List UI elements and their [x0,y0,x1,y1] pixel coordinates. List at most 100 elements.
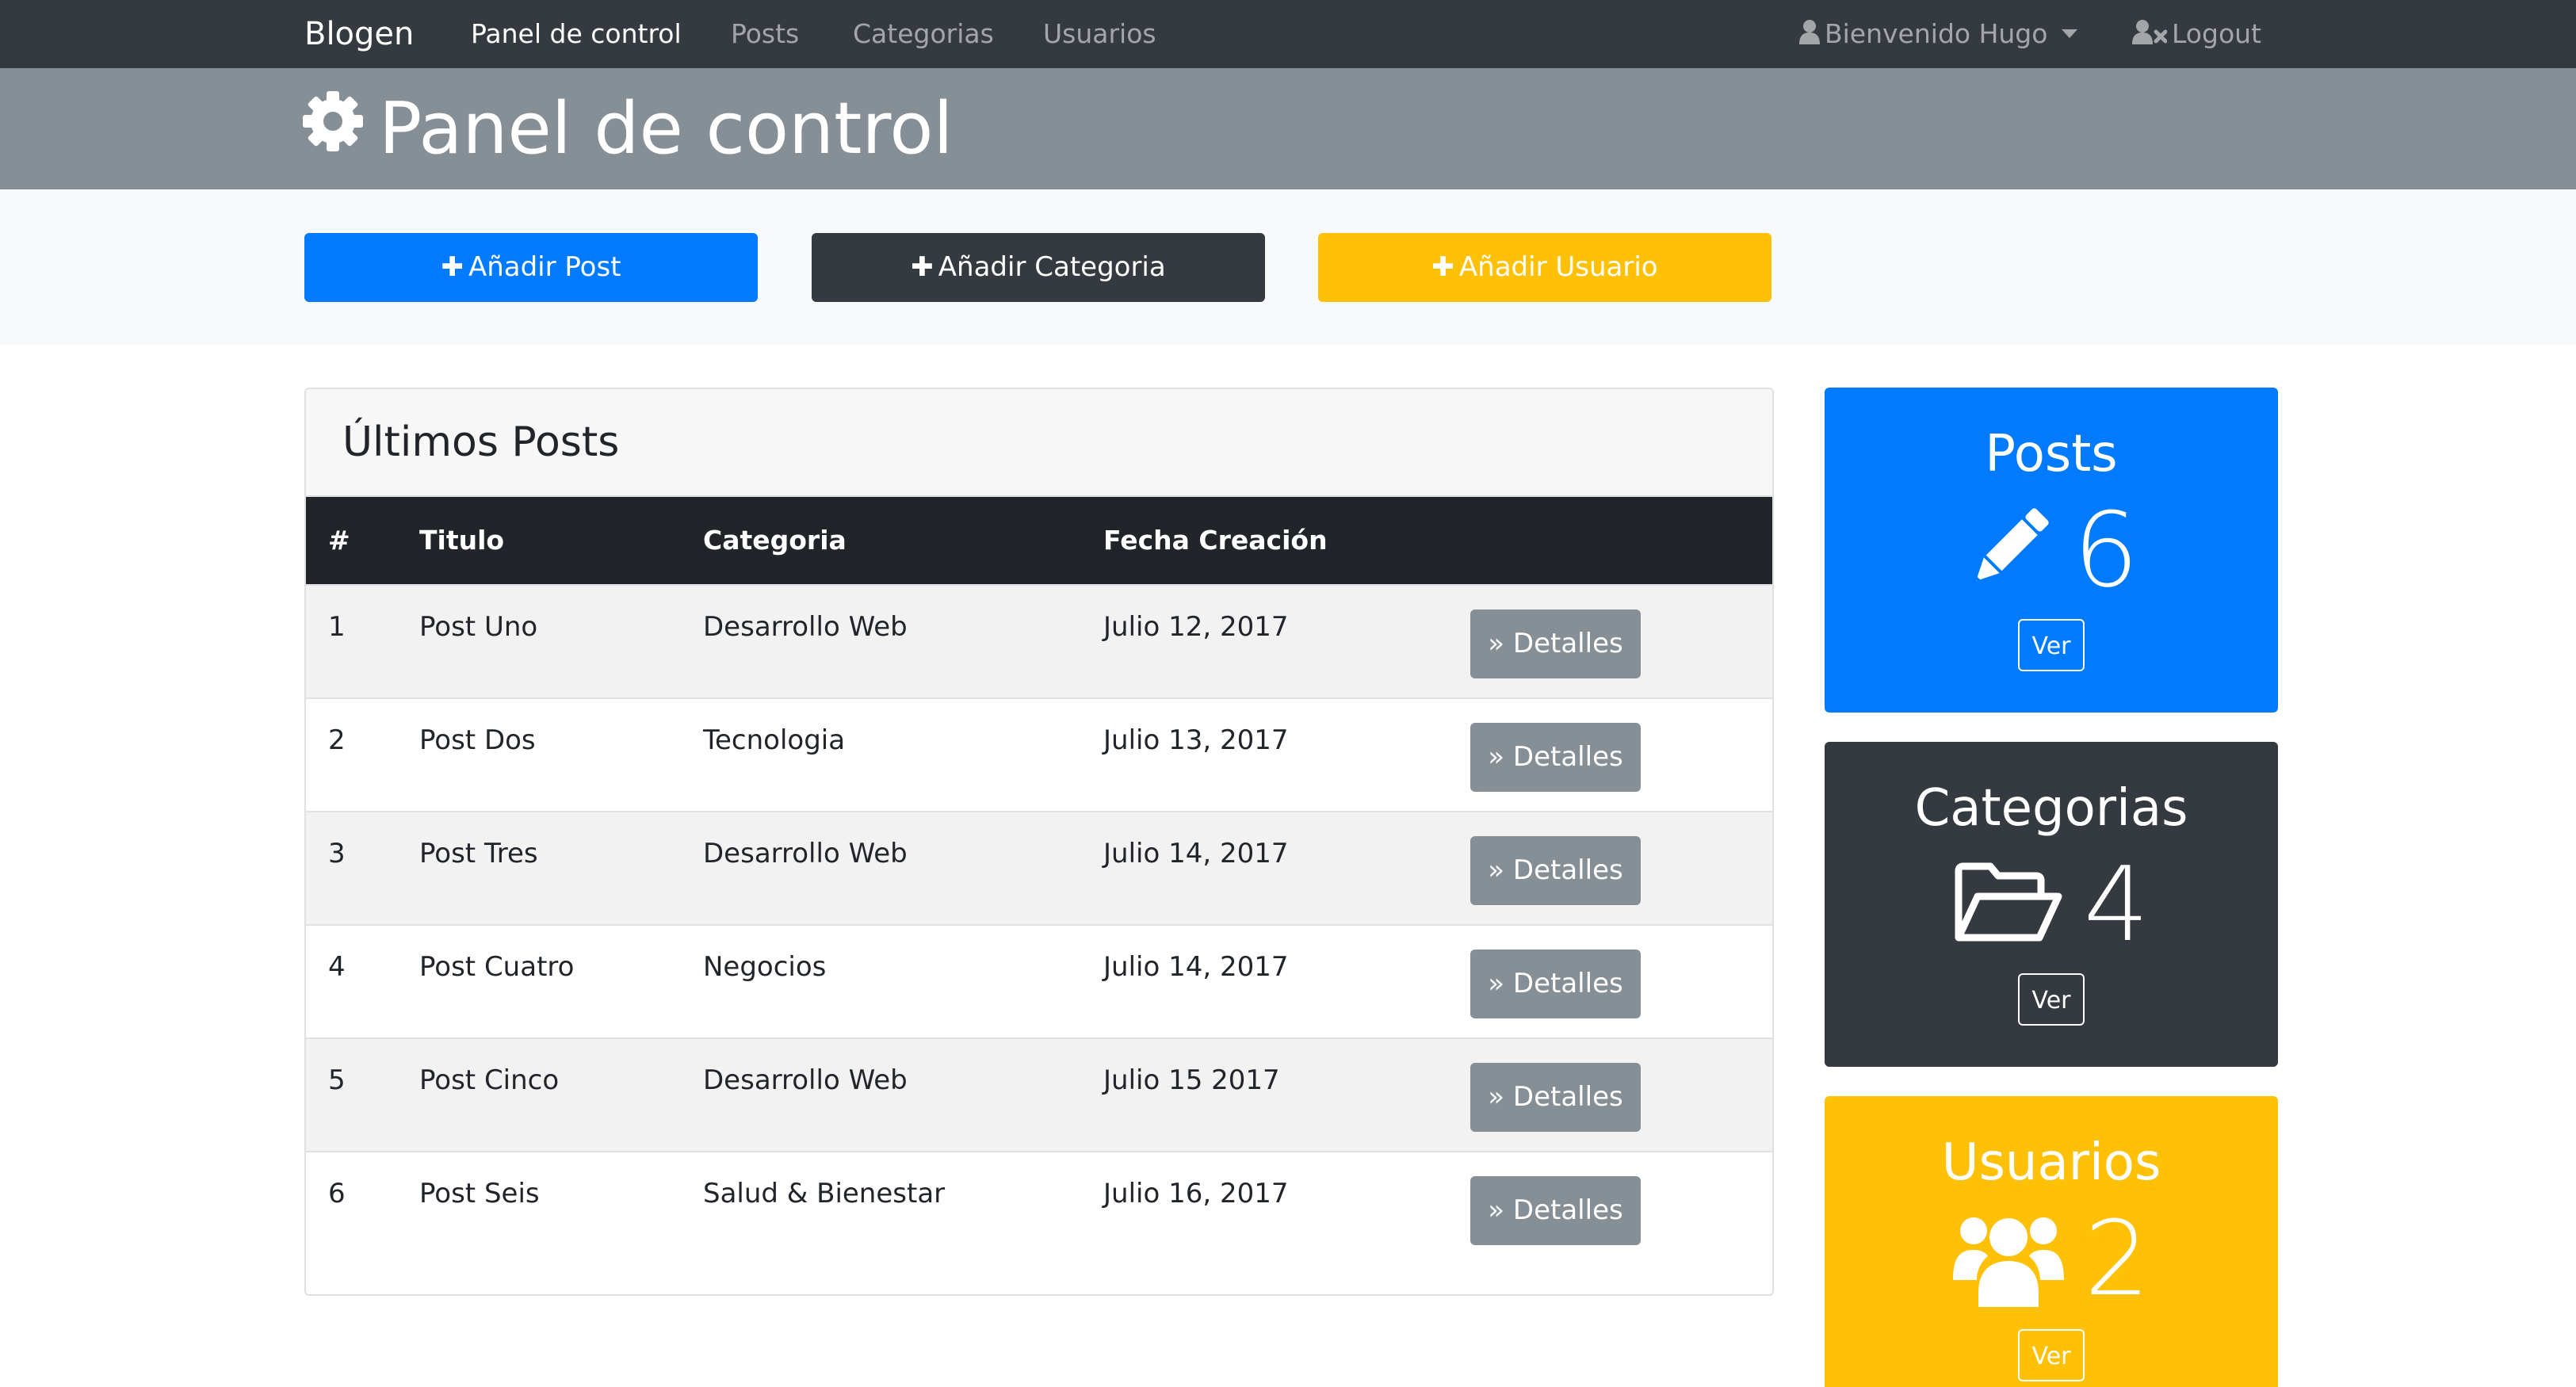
gear-icon [301,68,365,189]
actions-bar: ✚ Añadir Post ✚ Añadir Categoria ✚ Añadir U… [0,189,2576,345]
details-label: Detalles [1512,968,1623,999]
page-title: Panel de control [301,68,953,189]
table-row: 3 Post Tres Desarrollo Web Julio 14, 201… [306,811,1772,926]
row-category: Salud & Bienestar [703,1178,946,1209]
row-category: Desarrollo Web [703,838,908,869]
details-button[interactable]: » Detalles [1470,1063,1641,1132]
row-category: Desarrollo Web [703,611,908,643]
row-category: Tecnologia [703,724,846,756]
user-menu-label: Bienvenido Hugo [1825,18,2048,49]
row-date: Julio 14, 2017 [1103,951,1289,983]
categories-view-button[interactable]: Ver [2018,973,2085,1026]
row-title: Post Cinco [419,1064,560,1096]
details-label: Detalles [1512,854,1623,886]
details-label: Detalles [1512,1081,1623,1113]
logout-label: Logout [2172,18,2261,49]
users-stat-title: Usuarios [1941,1133,2161,1192]
details-label: Detalles [1512,741,1623,773]
details-label: Detalles [1512,1194,1623,1226]
double-chevron-right-icon: » [1488,1081,1513,1113]
pencil-icon [1964,504,2053,596]
row-title: Post Tres [419,838,538,869]
double-chevron-right-icon: » [1488,1194,1513,1226]
folder-open-icon [1954,862,2063,947]
row-number: 1 [328,611,346,643]
row-category: Desarrollo Web [703,1064,908,1096]
user-menu-dropdown[interactable]: Bienvenido Hugo [1799,0,2078,70]
brand-logo[interactable]: Blogen [304,0,414,68]
categories-stat-row: 4 [1825,844,2278,965]
page-title-text: Panel de control [379,87,954,170]
add-category-button[interactable]: ✚ Añadir Categoria [812,233,1265,302]
add-category-label: Añadir Categoria [938,251,1166,283]
column-header-number: # [328,525,350,556]
row-number: 5 [328,1064,346,1096]
row-date: Julio 16, 2017 [1103,1178,1289,1209]
row-date: Julio 13, 2017 [1103,724,1289,756]
row-date: Julio 14, 2017 [1103,838,1289,869]
row-number: 3 [328,838,346,869]
categories-stat-card: Categorias 4 Ver [1825,742,2278,1067]
row-title: Post Cuatro [419,951,575,983]
table-row: 4 Post Cuatro Negocios Julio 14, 2017 » … [306,924,1772,1039]
posts-view-button[interactable]: Ver [2018,619,2085,671]
row-date: Julio 12, 2017 [1103,611,1289,643]
table-row: 6 Post Seis Salud & Bienestar Julio 16, … [306,1151,1772,1266]
table-header: # Titulo Categoria Fecha Creación [306,497,1772,584]
page-header: Panel de control [0,68,2576,189]
users-view-button[interactable]: Ver [2018,1329,2085,1381]
row-title: Post Uno [419,611,538,643]
posts-stat-title: Posts [1985,425,2118,483]
details-button[interactable]: » Detalles [1470,609,1641,678]
add-post-button[interactable]: ✚ Añadir Post [304,233,758,302]
row-category: Negocios [703,951,827,983]
users-stat-card: Usuarios 2 Ver [1825,1096,2278,1387]
row-number: 2 [328,724,346,756]
posts-stat-card: Posts 6 Ver [1825,388,2278,713]
users-count: 2 [2084,1198,2150,1319]
latest-posts-card: Últimos Posts # Titulo Categoria Fecha C… [304,388,1774,1296]
add-post-label: Añadir Post [468,251,621,283]
plus-icon: ✚ [441,251,464,283]
users-icon [1952,1206,2064,1312]
double-chevron-right-icon: » [1488,854,1513,886]
top-navbar: Blogen Panel de control Posts Categorias… [0,0,2576,68]
plus-icon: ✚ [1431,251,1454,283]
latest-posts-title: Últimos Posts [306,389,1772,497]
row-number: 4 [328,951,346,983]
table-row: 5 Post Cinco Desarrollo Web Julio 15 201… [306,1037,1772,1152]
row-number: 6 [328,1178,346,1209]
add-user-label: Añadir Usuario [1458,251,1658,283]
plus-icon: ✚ [911,251,934,283]
nav-link-posts[interactable]: Posts [731,0,799,68]
nav-link-categorias[interactable]: Categorias [853,0,994,68]
details-button[interactable]: » Detalles [1470,723,1641,792]
row-date: Julio 15 2017 [1103,1064,1280,1096]
row-title: Post Dos [419,724,536,756]
logout-link[interactable]: Logout [2132,0,2261,68]
user-times-icon [2132,2,2168,70]
column-header-category: Categoria [703,525,847,556]
users-stat-row: 2 [1825,1198,2278,1319]
double-chevron-right-icon: » [1488,741,1513,773]
nav-link-usuarios[interactable]: Usuarios [1043,0,1156,68]
table-row: 1 Post Uno Desarrollo Web Julio 12, 2017… [306,584,1772,699]
categories-count: 4 [2083,844,2150,965]
double-chevron-right-icon: » [1488,628,1513,659]
posts-stat-row: 6 [1825,490,2278,610]
details-button[interactable]: » Detalles [1470,1176,1641,1245]
details-button[interactable]: » Detalles [1470,950,1641,1018]
table-row: 2 Post Dos Tecnologia Julio 13, 2017 » D… [306,697,1772,812]
details-button[interactable]: » Detalles [1470,836,1641,905]
row-title: Post Seis [419,1178,540,1209]
column-header-date: Fecha Creación [1103,525,1328,556]
double-chevron-right-icon: » [1488,968,1513,999]
categories-stat-title: Categorias [1914,779,2188,838]
user-icon [1799,2,1820,70]
chevron-down-icon [2062,29,2078,38]
details-label: Detalles [1512,628,1623,659]
column-header-title: Titulo [419,525,505,556]
posts-count: 6 [2073,490,2139,610]
nav-link-panel[interactable]: Panel de control [471,0,682,68]
add-user-button[interactable]: ✚ Añadir Usuario [1318,233,1771,302]
